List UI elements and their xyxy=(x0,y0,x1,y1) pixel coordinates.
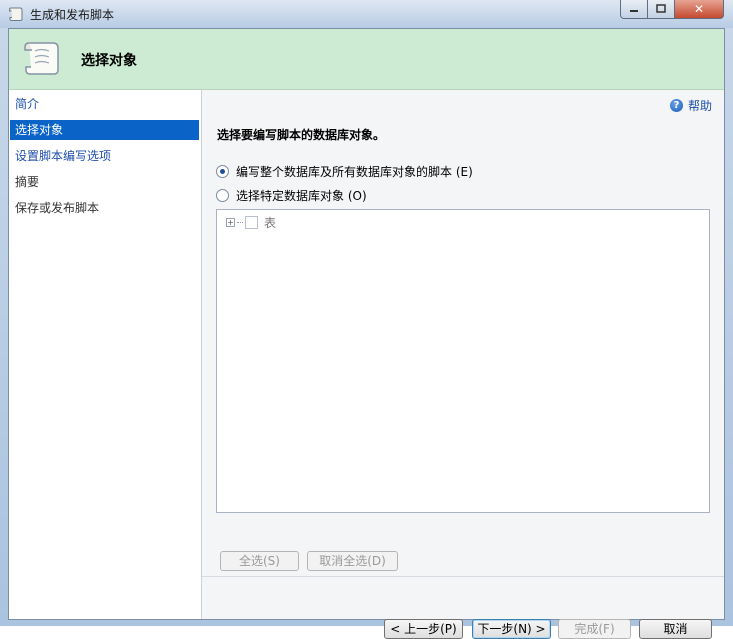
wizard-nav: 简介 选择对象 设置脚本编写选项 摘要 保存或发布脚本 xyxy=(9,90,202,619)
nav-item-label: 选择对象 xyxy=(15,123,64,137)
object-tree[interactable]: + 表 xyxy=(216,209,710,513)
radio-button[interactable] xyxy=(216,189,229,202)
nav-item-label: 简介 xyxy=(15,97,40,111)
nav-item-intro[interactable]: 简介 xyxy=(10,94,199,114)
nav-item-label: 保存或发布脚本 xyxy=(15,201,100,215)
tree-connector xyxy=(237,222,243,223)
previous-button[interactable]: < 上一步(P) xyxy=(384,619,463,639)
close-button[interactable]: ✕ xyxy=(674,0,724,19)
page-title: 选择对象 xyxy=(81,53,137,69)
minimize-button[interactable] xyxy=(620,0,648,19)
option-label: 选择特定数据库对象 (O) xyxy=(236,189,367,203)
maximize-button[interactable] xyxy=(647,0,675,19)
help-link[interactable]: ? 帮助 xyxy=(669,97,712,113)
nav-item-save-publish: 保存或发布脚本 xyxy=(10,198,199,218)
deselect-all-button[interactable]: 取消全选(D) xyxy=(307,551,398,571)
content-panel: ? 帮助 选择要编写脚本的数据库对象。 编写整个数据库及所有数据库对象的脚本 (… xyxy=(202,90,724,639)
option-select-specific-objects[interactable]: 选择特定数据库对象 (O) xyxy=(216,187,367,204)
next-button[interactable]: 下一步(N) > xyxy=(472,619,551,639)
nav-item-label: 设置脚本编写选项 xyxy=(15,149,112,163)
nav-item-summary: 摘要 xyxy=(10,172,199,192)
instruction-text: 选择要编写脚本的数据库对象。 xyxy=(217,128,386,142)
minimize-icon xyxy=(630,10,638,12)
expand-icon[interactable]: + xyxy=(226,218,235,227)
script-scroll-icon xyxy=(9,7,23,21)
nav-item-label: 摘要 xyxy=(15,175,40,189)
close-icon: ✕ xyxy=(693,2,705,16)
radio-button[interactable] xyxy=(216,165,229,178)
page-header: 选择对象 xyxy=(9,29,724,90)
title-bar[interactable]: 生成和发布脚本 ✕ xyxy=(0,0,733,28)
script-scroll-icon xyxy=(24,42,59,75)
help-label: 帮助 xyxy=(687,98,712,113)
tree-node-label: 表 xyxy=(264,216,277,230)
select-all-button[interactable]: 全选(S) xyxy=(220,551,299,571)
window-title: 生成和发布脚本 xyxy=(30,8,115,22)
cancel-button[interactable]: 取消 xyxy=(639,619,712,639)
tree-node-tables[interactable]: + 表 xyxy=(226,214,276,231)
dialog-window: 生成和发布脚本 ✕ 选择对象 简介 选择对象 设置脚本编写选项 摘要 保存或发布… xyxy=(0,0,733,639)
option-label: 编写整个数据库及所有数据库对象的脚本 (E) xyxy=(236,165,473,179)
help-icon: ? xyxy=(669,98,683,112)
dialog-client-area: 选择对象 简介 选择对象 设置脚本编写选项 摘要 保存或发布脚本 ? 帮助 选择… xyxy=(8,28,725,639)
footer-divider xyxy=(202,576,724,577)
tree-checkbox[interactable] xyxy=(245,216,258,229)
nav-item-choose-objects[interactable]: 选择对象 xyxy=(10,120,199,140)
nav-item-scripting-options[interactable]: 设置脚本编写选项 xyxy=(10,146,199,166)
maximize-icon xyxy=(656,4,666,13)
finish-button[interactable]: 完成(F) xyxy=(558,619,631,639)
option-script-entire-database[interactable]: 编写整个数据库及所有数据库对象的脚本 (E) xyxy=(216,163,473,180)
